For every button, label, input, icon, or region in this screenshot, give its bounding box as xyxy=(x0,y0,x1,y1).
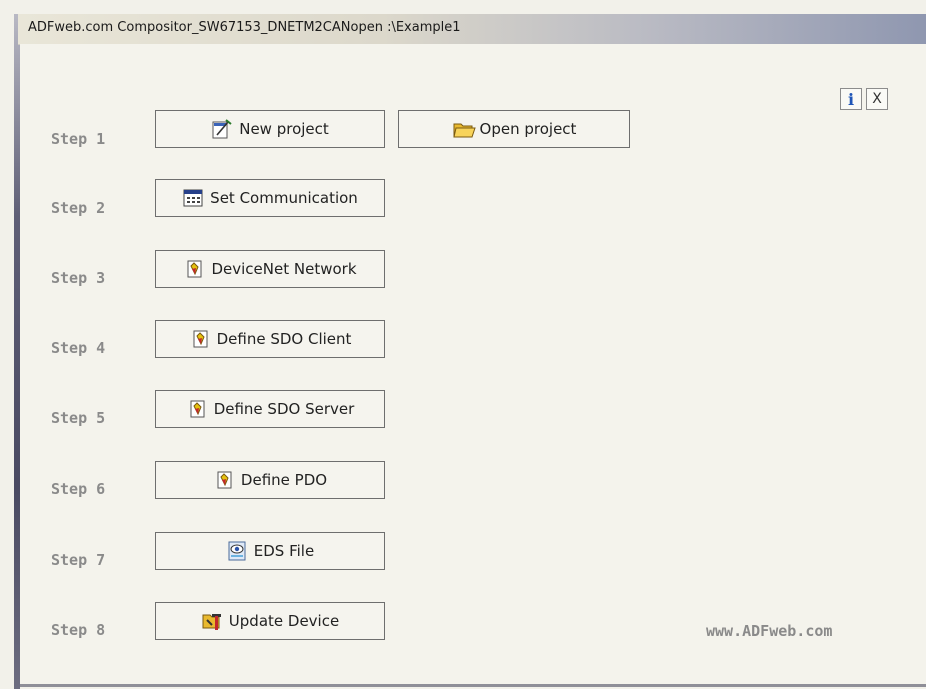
document-icon xyxy=(189,328,211,350)
folder-open-icon xyxy=(452,118,476,140)
document-icon xyxy=(186,398,208,420)
window-title: ADFweb.com Compositor_SW67153_DNETM2CANo… xyxy=(28,20,461,35)
define-sdo-client-button[interactable]: Define SDO Client xyxy=(155,320,385,358)
step-8-label: Step 8 xyxy=(51,621,106,639)
define-sdo-server-label: Define SDO Server xyxy=(213,400,355,418)
eye-icon xyxy=(226,540,248,562)
set-communication-label: Set Communication xyxy=(210,189,358,207)
update-device-label: Update Device xyxy=(228,612,340,630)
close-icon: X xyxy=(872,91,882,107)
communication-icon xyxy=(182,187,204,209)
step-7-label: Step 7 xyxy=(51,551,106,569)
define-sdo-client-label: Define SDO Client xyxy=(216,330,352,348)
set-communication-button[interactable]: Set Communication xyxy=(155,179,385,217)
step-3-label: Step 3 xyxy=(51,269,106,287)
document-icon xyxy=(183,258,205,280)
info-button[interactable]: i xyxy=(840,88,862,110)
eds-file-label: EDS File xyxy=(253,542,315,560)
step-5-label: Step 5 xyxy=(51,409,106,427)
website-link: www.ADFweb.com xyxy=(706,622,833,640)
close-button[interactable]: X xyxy=(866,88,888,110)
title-bar: ADFweb.com Compositor_SW67153_DNETM2CANo… xyxy=(18,14,926,45)
define-pdo-button[interactable]: Define PDO xyxy=(155,461,385,499)
new-project-button[interactable]: New project xyxy=(155,110,385,148)
update-device-button[interactable]: Update Device xyxy=(155,602,385,640)
eds-file-button[interactable]: EDS File xyxy=(155,532,385,570)
step-1-label: Step 1 xyxy=(51,130,106,148)
step-2-label: Step 2 xyxy=(51,199,106,217)
open-project-button[interactable]: Open project xyxy=(398,110,630,148)
open-project-label: Open project xyxy=(479,120,577,138)
step-6-label: Step 6 xyxy=(51,480,106,498)
info-icon: i xyxy=(847,89,855,109)
step-4-label: Step 4 xyxy=(51,339,106,357)
devicenet-network-label: DeviceNet Network xyxy=(211,260,357,278)
new-project-icon xyxy=(211,118,233,140)
define-pdo-label: Define PDO xyxy=(240,471,328,489)
document-icon xyxy=(213,469,235,491)
devicenet-network-button[interactable]: DeviceNet Network xyxy=(155,250,385,288)
define-sdo-server-button[interactable]: Define SDO Server xyxy=(155,390,385,428)
new-project-label: New project xyxy=(239,120,329,138)
update-device-icon xyxy=(201,610,223,632)
